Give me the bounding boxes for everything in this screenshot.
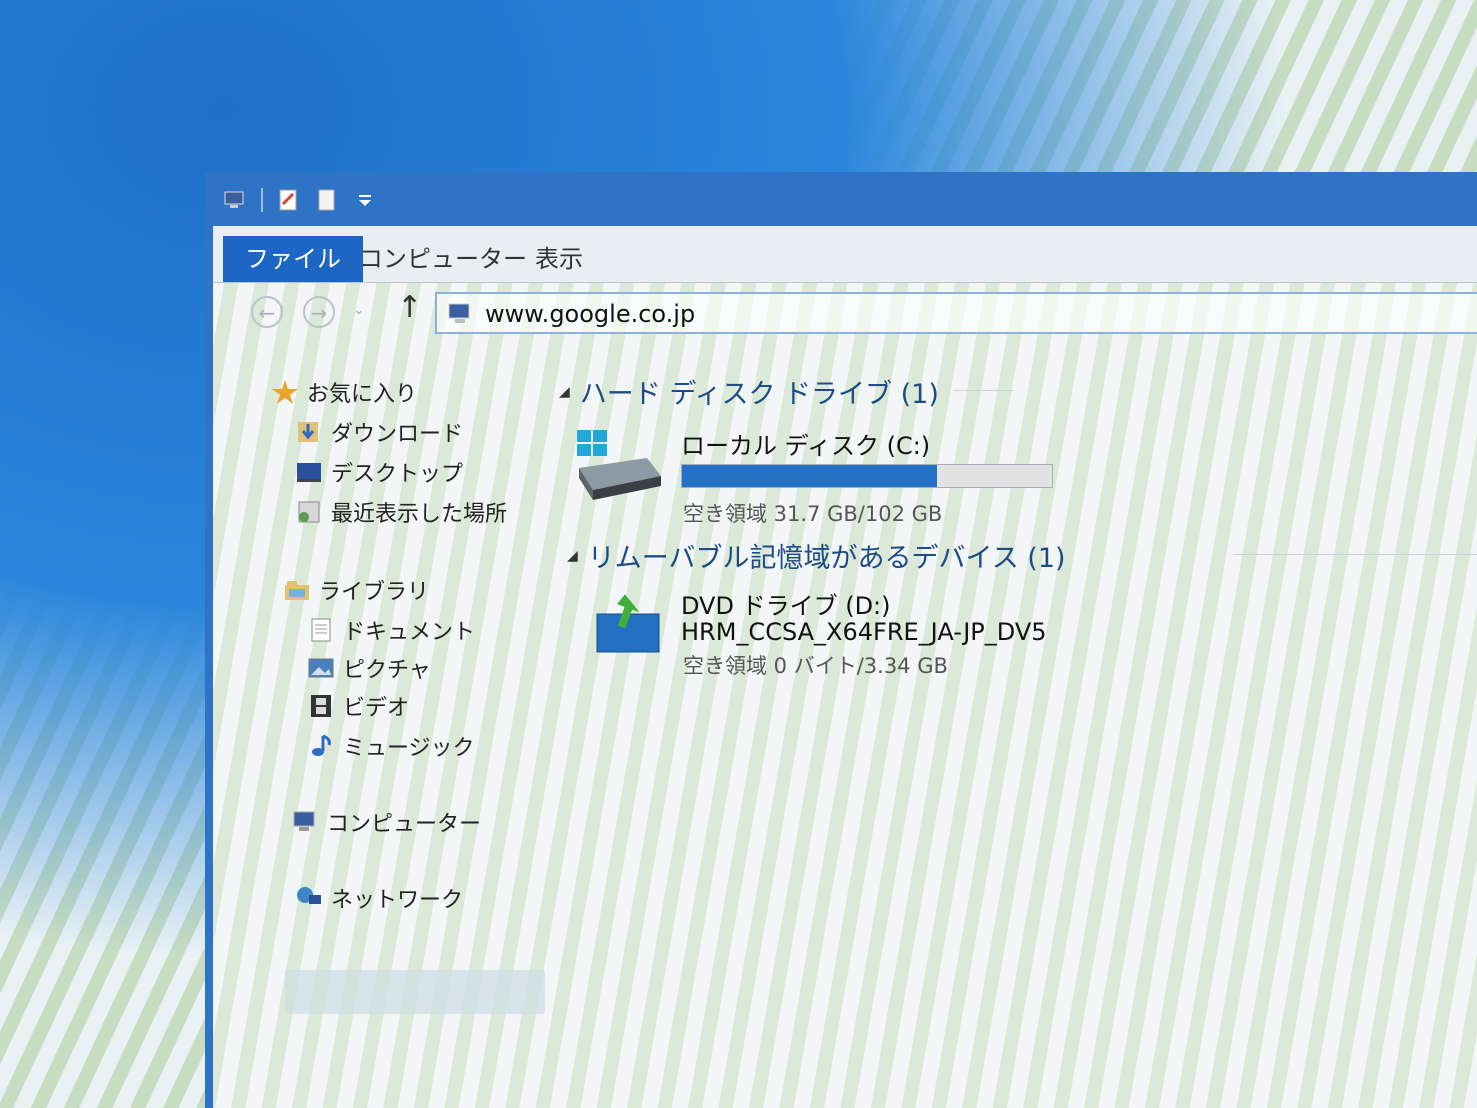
group-divider	[953, 390, 1013, 391]
drive-free-space: 空き領域 31.7 GB/102 GB	[683, 502, 943, 526]
library-icon	[283, 577, 311, 603]
address-text: www.google.co.jp	[485, 300, 696, 328]
hard-drive-icon	[573, 428, 665, 508]
drive-tile-dvd[interactable]: DVD ドライブ (D:) HRM_CCSA_X64FRE_JA-JP_DV5 …	[593, 586, 1153, 696]
download-icon	[295, 419, 323, 445]
group-header-hard-disk[interactable]: ◢ ハード ディスク ドライブ (1)	[559, 372, 939, 411]
sidebar-item-label: デスクトップ	[331, 462, 464, 487]
group-header-label: ハード ディスク ドライブ (1)	[579, 379, 939, 410]
sidebar-item-label: ピクチャ	[343, 658, 431, 683]
sidebar-item-label: 最近表示した場所	[331, 502, 508, 527]
ribbon-tabs: ファイル コンピューター 表示	[213, 226, 1477, 283]
recent-locations-icon[interactable]: ⌄	[353, 302, 365, 318]
sidebar-item-label: ビデオ	[343, 696, 410, 721]
navigation-bar: ← → ⌄ ↑ www.google.co.jp	[213, 282, 1477, 342]
sidebar-item-label: ネットワーク	[331, 888, 464, 913]
group-header-removable[interactable]: ◢ リムーバブル記憶域があるデバイス (1)	[567, 536, 1066, 575]
sidebar-item-favorites[interactable]: お気に入り	[271, 376, 417, 408]
star-icon	[271, 379, 299, 405]
video-icon	[307, 693, 335, 719]
sidebar-item-label: お気に入り	[307, 382, 418, 407]
desktop-icon	[295, 459, 323, 485]
drive-tile-local-disk[interactable]: ローカル ディスク (C:) 空き領域 31.7 GB/102 GB	[573, 426, 1053, 536]
sidebar-item-pictures[interactable]: ピクチャ	[307, 652, 431, 684]
sidebar-item-computer[interactable]: コンピューター	[291, 806, 481, 838]
content-pane: ◢ ハード ディスク ドライブ (1) ローカル ディスク (C:) 空き領域 …	[553, 342, 1477, 1108]
sidebar-item-downloads[interactable]: ダウンロード	[295, 416, 463, 448]
sidebar-item-label: コンピューター	[327, 812, 482, 837]
tab-view[interactable]: 表示	[513, 238, 605, 280]
sidebar-item-desktop[interactable]: デスクトップ	[295, 456, 463, 488]
sidebar-item-videos[interactable]: ビデオ	[307, 690, 409, 722]
up-arrow-icon[interactable]: ↑	[397, 290, 422, 325]
sidebar-item-libraries[interactable]: ライブラリ	[283, 574, 429, 606]
forward-button[interactable]: →	[303, 296, 335, 328]
disk-usage-bar	[681, 464, 1053, 488]
selection-highlight	[285, 970, 545, 1014]
drive-free-space: 空き領域 0 バイト/3.34 GB	[683, 654, 948, 678]
recent-places-icon	[295, 499, 323, 525]
sidebar-item-label: ミュージック	[343, 736, 475, 761]
navigation-pane: お気に入り ダウンロード デスクトップ 最近表示した場所 ライブラリ ドキュメン…	[213, 342, 545, 1108]
picture-icon	[307, 655, 335, 681]
sidebar-item-music[interactable]: ミュージック	[307, 730, 475, 762]
sidebar-item-documents[interactable]: ドキュメント	[307, 614, 475, 646]
drive-volume-label: HRM_CCSA_X64FRE_JA-JP_DV5	[681, 618, 1047, 646]
title-bar[interactable]	[213, 174, 1477, 226]
disk-usage-fill	[682, 465, 938, 487]
drive-name: ローカル ディスク (C:)	[681, 432, 931, 460]
quick-access-toolbar	[223, 188, 377, 212]
group-divider	[1233, 554, 1477, 555]
computer-icon	[291, 809, 319, 835]
sidebar-item-label: ライブラリ	[319, 580, 430, 605]
toolbar-separator	[261, 188, 263, 212]
drive-name: DVD ドライブ (D:)	[681, 592, 891, 620]
sidebar-item-recent-places[interactable]: 最近表示した場所	[295, 496, 507, 528]
computer-icon	[447, 301, 475, 331]
sidebar-item-label: ドキュメント	[343, 620, 476, 645]
sidebar-item-network[interactable]: ネットワーク	[295, 882, 463, 914]
collapse-triangle-icon[interactable]: ◢	[559, 384, 570, 400]
group-header-label: リムーバブル記憶域があるデバイス (1)	[587, 543, 1066, 574]
properties-icon[interactable]	[277, 188, 301, 212]
network-icon	[295, 885, 323, 911]
document-icon	[307, 617, 335, 643]
dvd-drive-icon	[593, 594, 663, 662]
new-folder-icon[interactable]	[315, 188, 339, 212]
collapse-triangle-icon[interactable]: ◢	[567, 548, 578, 564]
music-note-icon	[307, 733, 335, 759]
sidebar-item-label: ダウンロード	[331, 422, 464, 447]
computer-icon[interactable]	[223, 188, 247, 212]
chevron-down-icon[interactable]	[353, 188, 377, 212]
back-button[interactable]: ←	[251, 296, 283, 328]
address-bar[interactable]: www.google.co.jp	[435, 292, 1477, 334]
explorer-window: ファイル コンピューター 表示 ← → ⌄ ↑ www.google.co.jp…	[205, 172, 1477, 1108]
